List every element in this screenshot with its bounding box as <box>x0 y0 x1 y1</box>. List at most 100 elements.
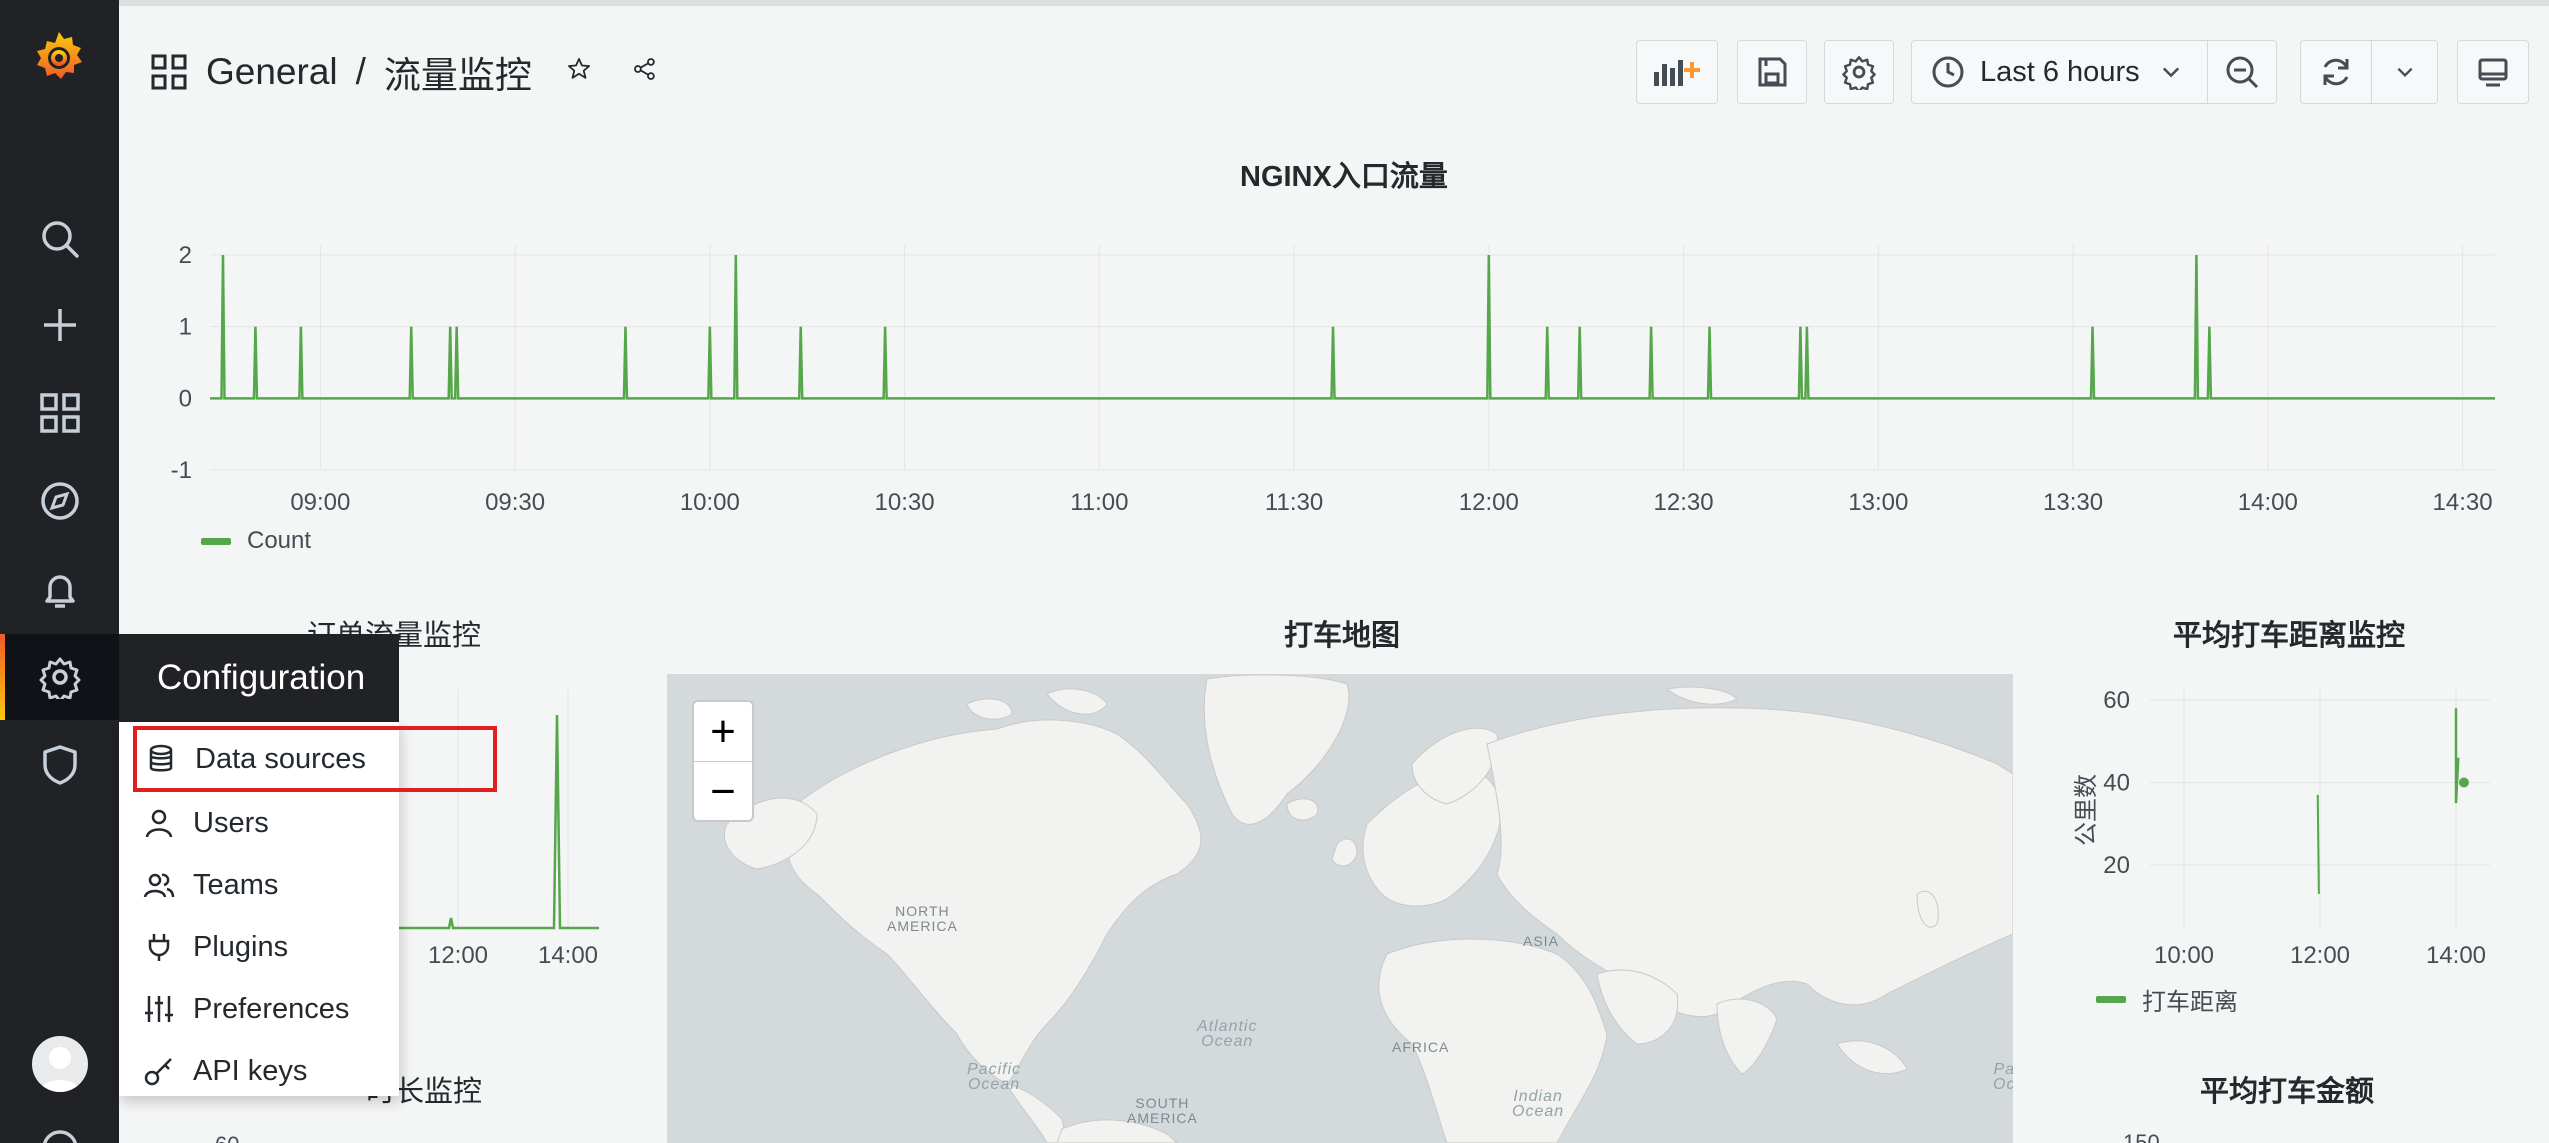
x-tick-label: 12:30 <box>1654 489 1714 516</box>
toolbar: Last 6 hours <box>0 40 2549 104</box>
bell-icon <box>44 575 75 608</box>
nginx-legend-label: Count <box>247 527 312 554</box>
dashboard-settings-button[interactable] <box>1824 40 1894 104</box>
x-tick-label: 14:00 <box>2426 942 2486 969</box>
menu-item-label: Users <box>193 806 269 839</box>
x-tick-label: 10:00 <box>680 489 740 516</box>
zoom-out-icon <box>2226 56 2259 89</box>
y-axis-label: 公里数 <box>2073 774 2100 846</box>
y-tick-label: 2 <box>179 242 192 269</box>
search-nav[interactable] <box>0 196 119 282</box>
legend-swatch <box>201 537 231 545</box>
map-zoom-in-button[interactable]: + <box>694 702 752 762</box>
nginx-legend[interactable]: Count <box>201 527 311 555</box>
database-icon <box>149 744 173 772</box>
map-label-africa: AFRICA <box>1392 1039 1450 1055</box>
map-label-north-america: NORTH AMERICA <box>887 903 958 934</box>
monitor-icon <box>2478 58 2508 87</box>
nginx-panel-title[interactable]: NGINX入口流量 <box>1240 153 1448 195</box>
series-point <box>2458 777 2469 788</box>
nginx-chart[interactable]: 2 1 0 -1 09:00 09:30 10:00 10:30 11:00 11:30 12:00… <box>150 220 2500 540</box>
series-segment <box>2454 708 2460 804</box>
save-icon <box>1758 57 1787 87</box>
menu-item-api-keys[interactable]: API keys <box>119 1040 399 1102</box>
alerting-nav[interactable] <box>0 546 119 632</box>
menu-item-preferences[interactable]: Preferences <box>119 978 399 1040</box>
configuration-menu-header[interactable]: Configuration <box>119 634 399 722</box>
x-tick-label: 11:30 <box>1265 489 1323 516</box>
compass-icon <box>40 482 79 520</box>
x-tick-label: 12:00 <box>1459 489 1519 516</box>
help-icon[interactable] <box>40 1128 80 1143</box>
x-tick-label: 09:00 <box>290 489 350 516</box>
refresh-button[interactable] <box>2300 40 2372 104</box>
gear-icon <box>39 657 80 699</box>
menu-item-users[interactable]: Users <box>119 792 399 854</box>
orders-chart[interactable]: 12:00 14:00 <box>399 680 609 980</box>
chevron-down-icon <box>2162 67 2179 78</box>
chevron-down-icon <box>2397 67 2412 77</box>
duration-y-tick: 60 <box>215 1132 239 1143</box>
menu-item-label: Teams <box>193 868 279 901</box>
world-map[interactable]: NORTH AMERICA ASIA AFRICA SOUTH AMERICA Pa… <box>667 674 2013 1143</box>
shield-icon <box>42 745 77 785</box>
y-tick-label: -1 <box>171 457 192 484</box>
menu-item-data-sources[interactable]: Data sources <box>133 726 497 792</box>
search-icon <box>41 221 79 258</box>
server-admin-nav[interactable] <box>0 722 119 808</box>
save-dashboard-button[interactable] <box>1737 40 1807 104</box>
legend-swatch <box>2096 996 2126 1003</box>
refresh-icon <box>2323 58 2349 86</box>
menu-item-plugins[interactable]: Plugins <box>119 916 399 978</box>
y-tick-label: 1 <box>179 314 192 341</box>
map-zoom-out-button[interactable]: − <box>694 762 752 822</box>
plus-icon <box>43 309 76 341</box>
avg-distance-legend-label: 打车距离 <box>2142 989 2238 1016</box>
x-tick-label: 10:30 <box>875 489 935 516</box>
y-tick-label: 40 <box>2103 770 2130 797</box>
map-label-pacific-ocean: Pacific Ocean <box>967 1061 1022 1093</box>
x-tick-label: 12:00 <box>428 942 488 969</box>
world-map-land <box>723 674 2013 1143</box>
apps-icon <box>39 393 80 433</box>
create-nav[interactable] <box>0 282 119 368</box>
map-panel-title[interactable]: 打车地图 <box>1284 612 1400 654</box>
x-tick-label: 13:30 <box>2043 489 2103 516</box>
x-tick-label: 14:00 <box>2238 489 2298 516</box>
time-range-label: Last 6 hours <box>1980 55 2140 88</box>
add-panel-button[interactable] <box>1636 40 1718 104</box>
add-panel-icon <box>1654 60 1700 86</box>
avg-distance-legend[interactable]: 打车距离 <box>2096 982 2238 1017</box>
sliders-icon <box>145 996 173 1022</box>
avg-distance-panel-title[interactable]: 平均打车距离监控 <box>2173 612 2405 654</box>
configuration-nav[interactable] <box>0 634 119 720</box>
map-label-atlantic-ocean: Atlantic Ocean <box>1197 1018 1258 1050</box>
avg-amount-panel-title[interactable]: 平均打车金额 <box>2200 1068 2374 1110</box>
dashboards-nav[interactable] <box>0 370 119 456</box>
refresh-interval-dropdown[interactable] <box>2371 40 2438 104</box>
users-icon <box>143 873 175 898</box>
y-tick-label: 0 <box>179 385 192 412</box>
map-label-pacific-ocean-east: PaOc <box>1993 1061 2013 1093</box>
user-avatar[interactable] <box>32 1036 88 1092</box>
plug-icon <box>148 934 170 961</box>
menu-item-teams[interactable]: Teams <box>119 854 399 916</box>
avg-amount-y-tick: 150 <box>2123 1130 2160 1143</box>
x-tick-label: 11:00 <box>1070 489 1128 516</box>
menu-item-label: Preferences <box>193 992 350 1025</box>
avg-distance-chart[interactable]: 60 40 20 10:00 12:00 14:00 公里数 <box>2060 680 2510 980</box>
zoom-out-time-button[interactable] <box>2207 40 2277 104</box>
x-tick-label: 10:00 <box>2154 942 2214 969</box>
sidebar <box>0 0 119 1143</box>
map-zoom-control: + − <box>692 700 754 822</box>
tv-mode-button[interactable] <box>2457 40 2529 104</box>
menu-item-label: API keys <box>193 1054 308 1087</box>
x-tick-label: 14:00 <box>538 942 598 969</box>
x-tick-label: 12:00 <box>2290 942 2350 969</box>
user-icon <box>145 809 173 838</box>
menu-item-label: Data sources <box>195 742 366 775</box>
time-range-picker[interactable]: Last 6 hours <box>1911 40 2208 104</box>
clock-icon <box>1932 56 1964 88</box>
series-segment <box>2316 794 2320 894</box>
explore-nav[interactable] <box>0 458 119 544</box>
